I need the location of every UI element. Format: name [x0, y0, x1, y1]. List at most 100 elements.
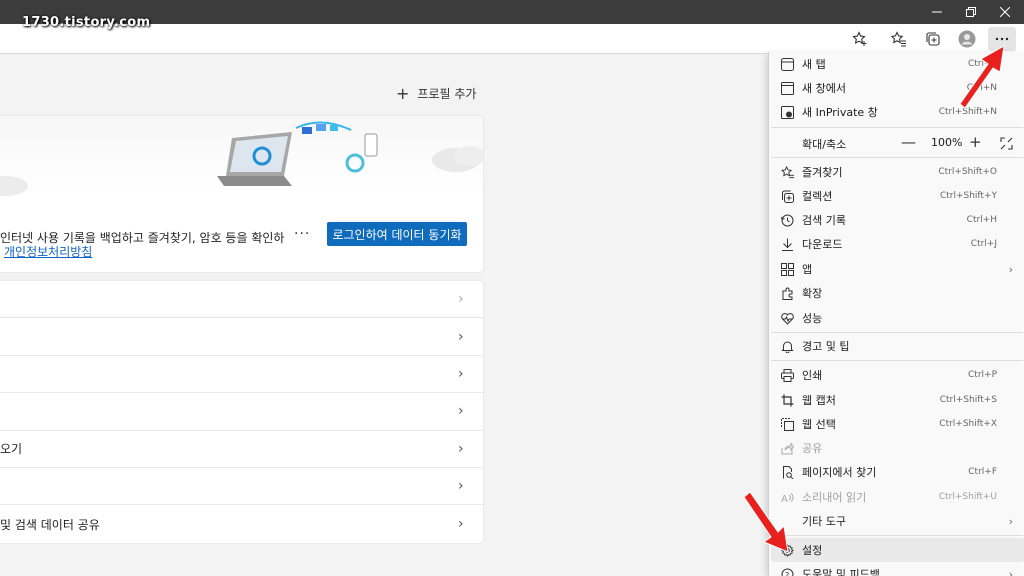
menu-item-downloads[interactable]: 다운로드 Ctrl+J — [771, 232, 1024, 256]
add-profile-button[interactable]: + 프로필 추가 — [396, 84, 476, 103]
menu-item-label: 설정 — [802, 544, 823, 557]
menu-item-web-select[interactable]: 웹 선택 Ctrl+Shift+X — [771, 412, 1024, 436]
chevron-right-icon: › — [458, 478, 464, 495]
menu-divider — [771, 360, 1023, 361]
minimize-icon — [932, 11, 942, 13]
menu-item-share: 공유 — [771, 436, 1024, 460]
menu-item-read-aloud: A 소리내어 읽기 Ctrl+Shift+U — [771, 485, 1024, 509]
menu-item-more-tools[interactable]: 기타 도구 › — [771, 509, 1024, 533]
annotation-arrow-icon — [743, 491, 789, 553]
sync-more-options[interactable]: ··· — [294, 226, 310, 242]
menu-item-label: 컬렉션 — [802, 190, 833, 203]
menu-item-find-on-page[interactable]: 페이지에서 찾기 Ctrl+F — [771, 460, 1024, 484]
menu-item-collections[interactable]: 컬렉션 Ctrl+Shift+Y — [771, 184, 1024, 208]
zoom-in-button[interactable]: + — [969, 133, 982, 151]
menu-item-label: 검색 기록 — [802, 214, 846, 227]
menu-item-performance[interactable]: 성능 — [771, 306, 1024, 330]
restore-button[interactable] — [954, 0, 988, 24]
menu-item-apps[interactable]: 앱 › — [771, 257, 1024, 281]
plus-icon: + — [396, 84, 410, 103]
menu-item-history[interactable]: 검색 기록 Ctrl+H — [771, 208, 1024, 232]
minimize-button[interactable] — [920, 0, 954, 24]
menu-item-shortcut: Ctrl+Shift+X — [939, 419, 997, 429]
menu-item-label: 공유 — [802, 442, 823, 455]
extensions-icon — [780, 286, 794, 300]
settings-list: › › › › 오기 › › 및 검색 데이터 공유 › — [0, 281, 483, 543]
menu-item-shortcut: Ctrl+P — [968, 370, 997, 380]
print-icon — [780, 368, 794, 382]
svg-text:?: ? — [785, 571, 789, 576]
settings-row[interactable]: 오기 › — [0, 431, 483, 468]
menu-item-shortcut: Ctrl+H — [966, 215, 997, 225]
menu-item-label: 소리내어 읽기 — [802, 491, 867, 504]
menu-item-label: 웹 선택 — [802, 418, 836, 431]
zoom-value: 100% — [931, 136, 963, 149]
settings-and-more-menu: 새 탭 Ctrl+T 새 창에서 Ctrl+N 새 InPrivate 창 Ct… — [768, 52, 1024, 576]
settings-row[interactable]: 및 검색 데이터 공유 › — [0, 505, 483, 542]
favorites-button[interactable] — [885, 27, 913, 51]
settings-row[interactable]: › — [0, 468, 483, 506]
privacy-policy-link[interactable]: 개인정보처리방침 — [4, 243, 92, 260]
favorites-list-icon — [891, 31, 906, 47]
menu-item-label: 인쇄 — [802, 369, 823, 382]
watermark-text: 1730.tistory.com — [22, 15, 151, 30]
menu-item-label: 경고 및 팁 — [802, 340, 850, 353]
collections-icon — [780, 189, 794, 203]
download-icon — [780, 237, 794, 251]
help-icon: ? — [780, 567, 794, 576]
history-icon — [780, 213, 794, 227]
menu-item-print[interactable]: 인쇄 Ctrl+P — [771, 363, 1024, 387]
profile-page: + 프로필 추가 인터넷 사용 기록을 백업하고 즐겨찾기, 암호 등을 확인하 — [0, 54, 768, 576]
submenu-chevron-icon: › — [1008, 567, 1013, 576]
menu-item-shortcut: Ctrl+Shift+O — [938, 167, 997, 177]
annotation-arrow-icon — [959, 45, 1005, 109]
menu-item-shortcut: Ctrl+J — [970, 239, 997, 249]
menu-item-label: 기타 도구 — [802, 515, 846, 528]
chevron-right-icon: › — [458, 440, 464, 457]
menu-item-help-feedback[interactable]: ? 도움말 및 피드백 › — [771, 562, 1024, 576]
menu-item-favorites[interactable]: 즐겨찾기 Ctrl+Shift+O — [771, 160, 1024, 184]
settings-row[interactable]: › — [0, 356, 483, 394]
settings-row[interactable]: › — [0, 281, 483, 319]
submenu-chevron-icon: › — [1008, 262, 1013, 276]
title-bar — [0, 0, 1024, 24]
zoom-control: 확대/축소 — 100% + — [771, 130, 1024, 156]
menu-item-label: 즐겨찾기 — [802, 166, 843, 179]
sync-banner-illustration — [0, 116, 483, 196]
chevron-right-icon: › — [458, 516, 464, 533]
menu-item-settings[interactable]: 설정 — [771, 538, 1024, 562]
row-label: 오기 — [0, 442, 23, 457]
web-select-icon — [780, 417, 794, 431]
collections-button[interactable] — [919, 27, 947, 51]
browser-toolbar — [0, 24, 1024, 54]
sign-in-sync-button[interactable]: 로그인하여 데이터 동기화 — [327, 222, 467, 246]
menu-item-web-capture[interactable]: 웹 캡처 Ctrl+Shift+S — [771, 388, 1024, 412]
menu-item-extensions[interactable]: 확장 — [771, 281, 1024, 305]
close-button[interactable] — [988, 0, 1022, 24]
menu-divider — [771, 535, 1023, 536]
restore-icon — [966, 7, 976, 17]
chevron-right-icon: › — [458, 365, 464, 382]
settings-row[interactable]: › — [0, 393, 483, 431]
settings-row[interactable]: › — [0, 318, 483, 356]
laptop-sync-illustration — [0, 121, 483, 196]
close-icon — [1000, 7, 1010, 17]
menu-item-label: 새 InPrivate 창 — [802, 106, 878, 119]
collections-icon — [926, 32, 940, 46]
add-favorite-button[interactable] — [846, 27, 874, 51]
menu-item-label: 다운로드 — [802, 238, 843, 251]
menu-item-label: 도움말 및 피드백 — [802, 568, 880, 576]
new-window-icon — [780, 81, 794, 95]
sync-card: 인터넷 사용 기록을 백업하고 즐겨찾기, 암호 등을 확인하 개인정보처리방침… — [0, 116, 483, 272]
fullscreen-button[interactable] — [1000, 135, 1013, 154]
menu-item-label: 웹 캡처 — [802, 394, 836, 407]
chevron-right-icon: › — [458, 291, 464, 308]
menu-divider — [771, 157, 1023, 158]
menu-item-label: 확장 — [802, 287, 823, 300]
menu-item-alerts-tips[interactable]: 경고 및 팁 — [771, 334, 1024, 358]
zoom-out-button[interactable]: — — [901, 133, 916, 151]
menu-divider — [771, 127, 1023, 128]
inprivate-icon — [780, 105, 794, 119]
menu-item-shortcut: Ctrl+F — [968, 467, 997, 477]
performance-icon — [780, 311, 794, 325]
